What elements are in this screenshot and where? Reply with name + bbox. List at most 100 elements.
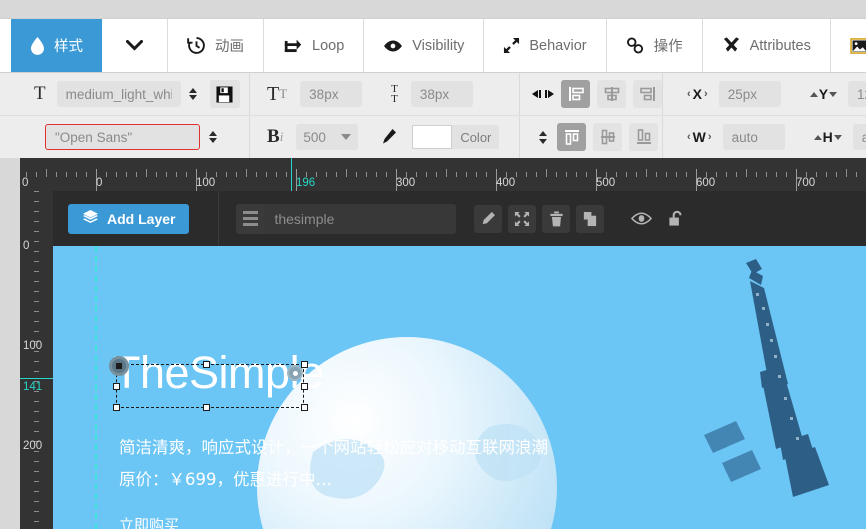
font-family-stepper[interactable] (207, 131, 218, 143)
tab-actions[interactable]: 操作 (607, 19, 703, 72)
resize-handle-n[interactable] (203, 361, 210, 368)
rotate-handle-origin[interactable] (109, 356, 129, 376)
height-input[interactable] (853, 124, 866, 150)
font-weight-select[interactable]: 500 (296, 124, 358, 150)
design-canvas[interactable]: TheSimple 简洁清爽，响应式设计，一个网站轻松应对移动互联网浪潮 原价：… (53, 246, 866, 529)
tab-visibility[interactable]: Visibility (364, 19, 484, 72)
expand-icon (503, 37, 520, 54)
align-center-icon[interactable] (597, 80, 626, 108)
add-layer-label: Add Layer (107, 211, 175, 227)
ruler-h-label: 700 (796, 176, 815, 191)
align-top-icon[interactable] (557, 123, 586, 151)
selection-bounding-box (116, 364, 304, 408)
tab-styles[interactable]: 样式 (11, 19, 102, 72)
layer-tools (474, 205, 604, 233)
position-group: ‹X› Y (663, 73, 866, 115)
tab-parallax[interactable]: Para (831, 19, 866, 72)
ruler-left-pad (0, 191, 20, 529)
tab-styles-label: 样式 (54, 35, 83, 56)
resize-handle-se[interactable] (301, 404, 308, 411)
tab-animation[interactable]: 动画 (168, 19, 264, 72)
tab-attributes-label: Attributes (750, 38, 811, 54)
horizontal-ruler[interactable]: 0 0 100 196 300 400 500 600 700 (0, 158, 866, 191)
h-stepper-icon[interactable] (814, 135, 822, 140)
layer-name-input[interactable] (264, 204, 456, 234)
text-style-icon: T (34, 83, 46, 105)
layers-icon (82, 209, 99, 228)
ruler-v-guide-marker (20, 378, 53, 379)
canvas-tagline[interactable]: 简洁清爽，响应式设计，一个网站轻松应对移动互联网浪潮 (119, 440, 548, 457)
x-position-label: ‹ X › (687, 86, 708, 102)
tab-animation-label: 动画 (215, 35, 244, 56)
property-toolbar-row-2: 𝕇 Bi 500 Color (0, 116, 866, 158)
ruler-corner (0, 158, 20, 191)
resize-handle-w[interactable] (113, 383, 120, 390)
resize-handle-ne[interactable] (301, 361, 308, 368)
y-position-input[interactable] (848, 81, 866, 107)
color-swatch[interactable] (412, 125, 452, 149)
main-tab-bar: 样式 动画 Loop Visibility Behavior 操作 Attrib… (0, 18, 866, 73)
y-position-label: Y (810, 86, 837, 102)
save-style-button[interactable] (210, 80, 240, 108)
canvas-price-line[interactable]: 原价：￥699，优惠进行中… (119, 472, 332, 489)
style-preset-group: T (0, 73, 250, 115)
align-middle-icon[interactable] (593, 123, 622, 151)
font-size-input[interactable] (300, 81, 362, 107)
align-bottom-icon[interactable] (629, 123, 658, 151)
resize-handle-e[interactable] (301, 383, 308, 390)
size-group: ‹W› H (663, 116, 866, 158)
ruler-h-label: 0 (96, 176, 102, 191)
copy-icon[interactable] (576, 205, 604, 233)
text-color-picker[interactable]: Color (412, 125, 499, 149)
line-height-input[interactable] (411, 81, 473, 107)
width-input[interactable] (723, 124, 785, 150)
resize-handle-s[interactable] (203, 404, 210, 411)
add-layer-button[interactable]: Add Layer (68, 204, 189, 234)
loop-icon (283, 37, 303, 54)
ruler-h-label: 300 (396, 176, 415, 191)
font-weight-value: 500 (303, 130, 326, 145)
ruler-h-guide-marker (291, 158, 292, 191)
bold-italic-icon[interactable]: Bi (267, 126, 283, 148)
tab-behavior[interactable]: Behavior (484, 19, 606, 72)
y-stepper-icon[interactable] (810, 92, 818, 97)
collapse-icon[interactable] (508, 205, 536, 233)
eye-icon[interactable] (631, 212, 652, 225)
font-family-group: 𝕇 (0, 116, 250, 158)
history-icon (187, 36, 206, 55)
eye-icon (383, 39, 403, 53)
tab-behavior-label: Behavior (529, 38, 586, 54)
pencil-icon[interactable] (379, 128, 397, 146)
style-preset-stepper[interactable] (188, 88, 199, 100)
vertical-align-group (520, 116, 663, 158)
x-position-input[interactable] (719, 81, 781, 107)
layerbar-divider (218, 191, 219, 246)
eiffel-tower-icon (704, 257, 844, 511)
resize-handle-sw[interactable] (113, 404, 120, 411)
unlock-icon[interactable] (668, 210, 685, 227)
height-label: H (814, 129, 842, 145)
ruler-h-label: 600 (696, 176, 715, 191)
v-align-arrows-icon (537, 131, 548, 144)
vertical-ruler[interactable]: 0 100 141 200 (20, 191, 53, 529)
font-family-input[interactable] (45, 124, 200, 150)
font-weight-group: Bi 500 Color (250, 116, 520, 158)
image-icon (850, 38, 866, 54)
rotate-handle[interactable] (287, 365, 303, 381)
hamburger-icon[interactable] (236, 204, 264, 234)
font-size-group: TT TT (250, 73, 520, 115)
droplet-icon (30, 37, 45, 55)
ruler-h-label: 500 (596, 176, 615, 191)
align-right-icon[interactable] (633, 80, 662, 108)
style-preset-input[interactable] (57, 81, 181, 107)
trash-icon[interactable] (542, 205, 570, 233)
tab-visibility-label: Visibility (412, 38, 464, 54)
tab-dropdown-toggle[interactable] (102, 19, 168, 72)
pencil-icon[interactable] (474, 205, 502, 233)
editor-root: 样式 动画 Loop Visibility Behavior 操作 Attrib… (0, 0, 866, 529)
align-left-icon[interactable] (561, 80, 590, 108)
horizontal-ruler-ticks (0, 158, 866, 191)
tab-attributes[interactable]: Attributes (703, 19, 831, 72)
tab-loop[interactable]: Loop (264, 19, 364, 72)
canvas-cta-link[interactable]: 立即购买 (119, 514, 179, 529)
